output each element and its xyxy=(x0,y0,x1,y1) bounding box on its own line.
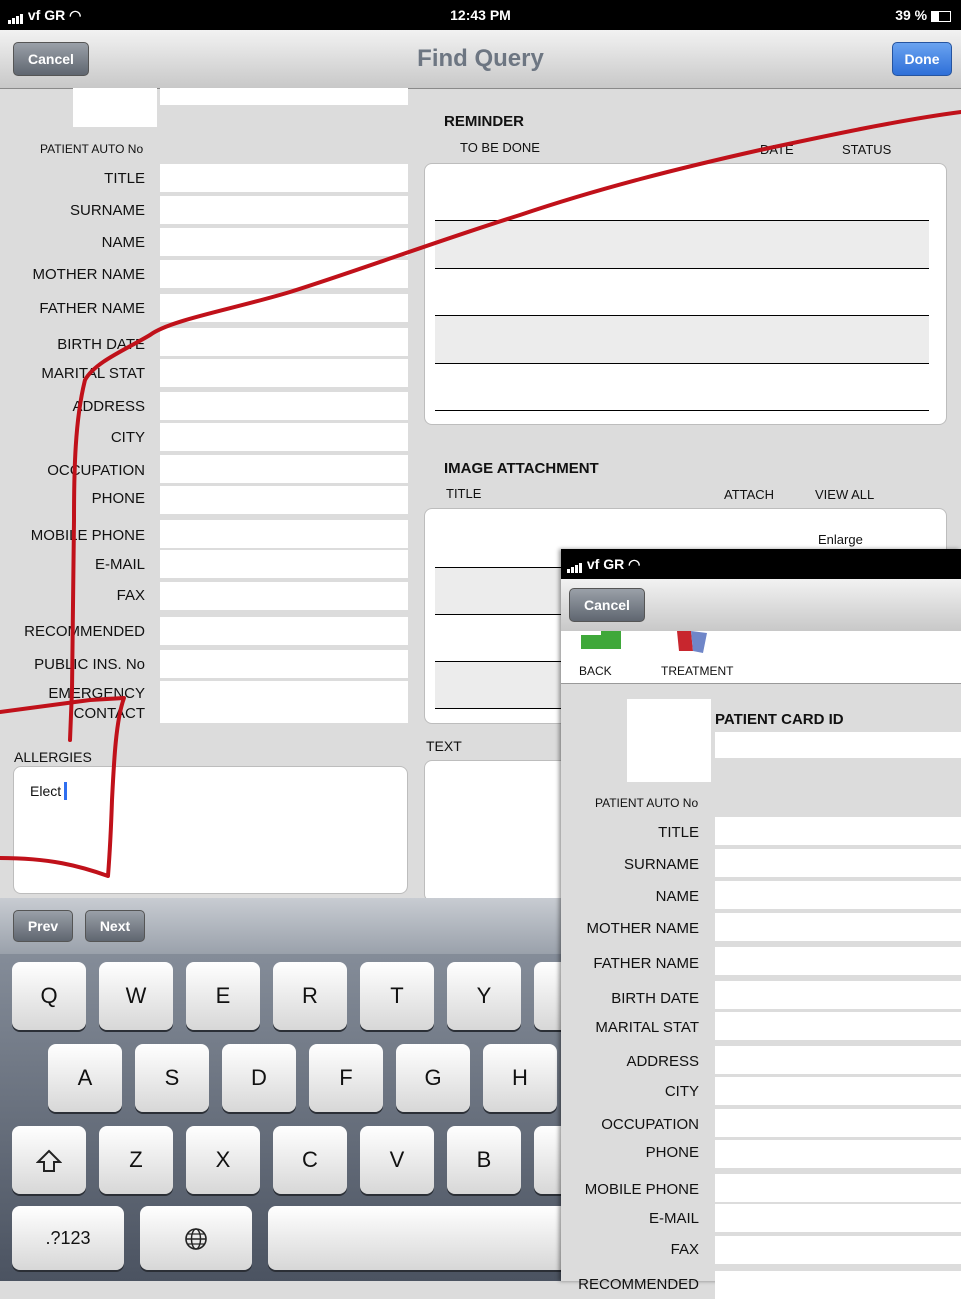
annotation-stroke-box xyxy=(0,696,126,878)
annotation-stroke-long xyxy=(68,110,961,742)
annotation-strokes xyxy=(0,110,961,878)
